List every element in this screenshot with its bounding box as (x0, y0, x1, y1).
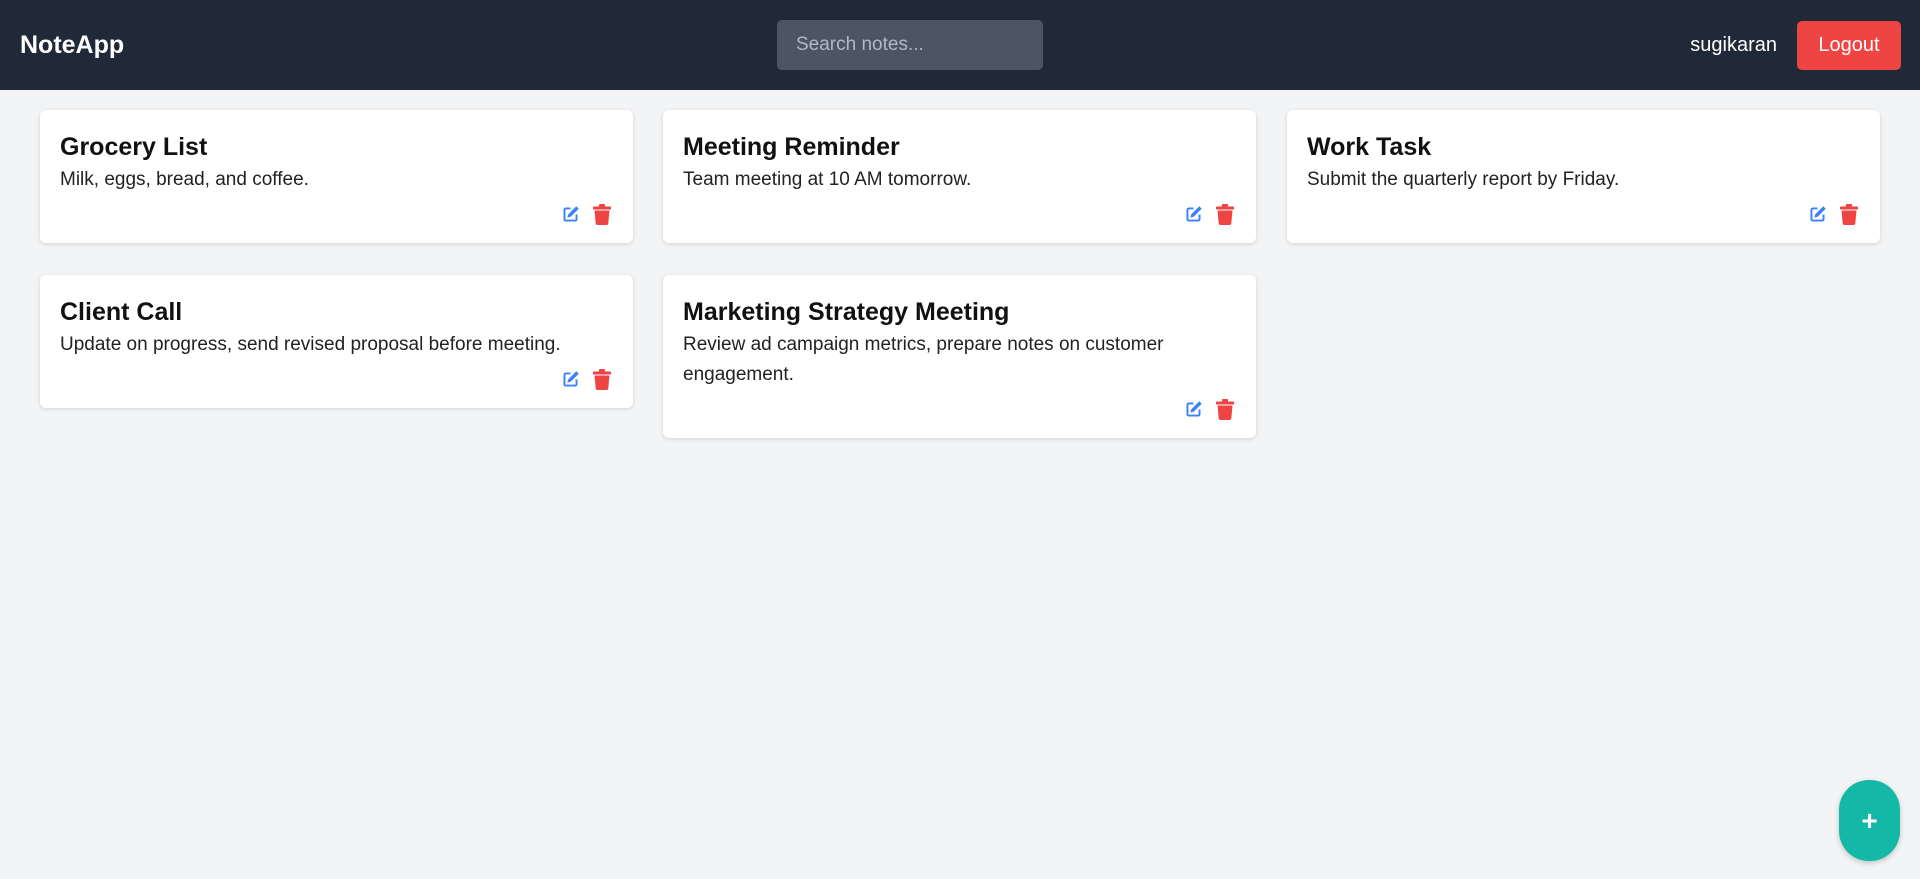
edit-icon[interactable] (559, 368, 581, 390)
note-body: Submit the quarterly report by Friday. (1307, 169, 1620, 190)
note-card[interactable]: Grocery List Milk, eggs, bread, and coffe… (40, 110, 633, 243)
note-actions (1307, 201, 1860, 227)
trash-icon[interactable] (1838, 203, 1860, 225)
note-body: Team meeting at 10 AM tomorrow. (683, 169, 972, 190)
note-title: Grocery List (60, 133, 208, 161)
note-card[interactable]: Work Task Submit the quarterly report by … (1287, 110, 1880, 243)
search-input[interactable] (777, 20, 1043, 70)
trash-icon[interactable] (591, 203, 613, 225)
note-body: Milk, eggs, bread, and coffee. (60, 169, 309, 190)
trash-icon[interactable] (1214, 203, 1236, 225)
note-card[interactable]: Client Call Update on progress, send revi… (40, 275, 633, 408)
note-card[interactable]: Meeting Reminder Team meeting at 10 AM to… (663, 110, 1256, 243)
username-label: sugikaran (1690, 34, 1777, 56)
trash-icon[interactable] (591, 368, 613, 390)
note-body: Update on progress, send revised proposa… (60, 334, 561, 355)
note-actions (60, 201, 613, 227)
note-actions (683, 201, 1236, 227)
navbar: NoteApp sugikaran Logout (0, 0, 1920, 90)
edit-icon[interactable] (1182, 398, 1204, 420)
brand-logo[interactable]: NoteApp (20, 0, 124, 90)
add-note-button[interactable]: + (1839, 780, 1900, 861)
note-body: Review ad campaign metrics, prepare note… (683, 334, 1164, 385)
edit-icon[interactable] (1182, 203, 1204, 225)
note-actions (683, 396, 1236, 422)
trash-icon[interactable] (1214, 398, 1236, 420)
edit-icon[interactable] (1806, 203, 1828, 225)
edit-icon[interactable] (559, 203, 581, 225)
note-title: Meeting Reminder (683, 133, 900, 161)
note-title: Work Task (1307, 133, 1432, 161)
note-title: Client Call (60, 298, 183, 326)
logout-button[interactable]: Logout (1797, 21, 1901, 70)
note-title: Marketing Strategy Meeting (683, 298, 1010, 326)
note-actions (60, 366, 613, 392)
note-card[interactable]: Marketing Strategy Meeting Review ad camp… (663, 275, 1256, 438)
